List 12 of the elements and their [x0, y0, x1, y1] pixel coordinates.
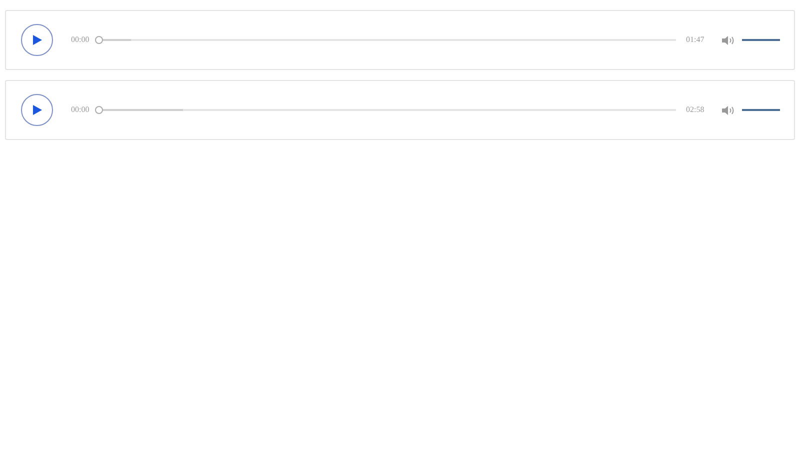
play-icon [32, 35, 42, 45]
play-icon [32, 105, 42, 115]
play-button[interactable] [21, 94, 53, 126]
current-time: 00:00 [71, 104, 90, 116]
current-time: 00:00 [71, 34, 90, 46]
volume-icon[interactable] [722, 34, 735, 46]
seek-thumb[interactable] [95, 106, 103, 114]
duration: 02:58 [686, 104, 706, 116]
play-button[interactable] [21, 24, 53, 56]
duration: 01:47 [686, 34, 706, 46]
volume-icon[interactable] [722, 104, 735, 116]
seek-thumb[interactable] [95, 36, 103, 44]
